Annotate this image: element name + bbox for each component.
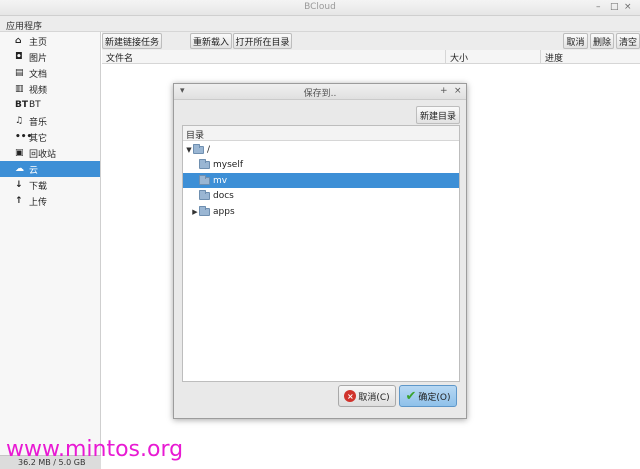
folder-icon [199, 174, 210, 185]
film-icon: ▥ [15, 84, 24, 94]
tree-row[interactable]: ▶ apps [183, 204, 459, 219]
tree-row-label: mv [213, 175, 228, 186]
bt-icon: BT [15, 100, 28, 110]
sidebar-item-label: 回收站 [29, 149, 57, 160]
home-icon: ⌂ [15, 36, 22, 46]
dialog-cancel-button[interactable]: × 取消(C) [338, 385, 396, 407]
cancel-icon: × [344, 390, 357, 402]
minimize-icon[interactable]: – [596, 2, 601, 12]
expander-icon[interactable]: ▶ [191, 208, 199, 216]
sidebar-item-label: 图片 [29, 53, 48, 64]
app-menu[interactable]: 应用程序 [6, 19, 42, 32]
sidebar-item-label: 其它 [29, 133, 48, 144]
upload-icon: ↑ [15, 196, 23, 206]
camera-icon: ◘ [15, 52, 23, 62]
sidebar-item-label: 主页 [29, 37, 48, 48]
download-icon: ↓ [15, 180, 23, 190]
task-table-header: 文件名 大小 进度 [102, 50, 640, 64]
tree-row[interactable]: ▼ / [183, 142, 459, 157]
tree-row[interactable]: docs [183, 189, 459, 204]
save-to-dialog: ▾ 保存到.. + × 新建目录 目录 ▼ / myself mv docs ▶ apps … [173, 83, 467, 419]
dialog-ok-label: 确定(O) [418, 392, 451, 403]
sidebar-item-film[interactable]: ▥ 视频 [0, 81, 100, 97]
new-link-task-button[interactable]: 新建链接任务 [102, 33, 162, 49]
menubar: 应用程序 [0, 16, 640, 32]
checkmark-icon: ✔ [405, 388, 417, 404]
window-titlebar: BCloud – □ × [0, 0, 640, 16]
sidebar-item-label: 音乐 [29, 117, 48, 128]
column-filename[interactable]: 文件名 [106, 51, 133, 64]
toolbar: 新建链接任务 重新载入 打开所在目录 取消 删除 清空 [102, 32, 640, 50]
tree-row-label: apps [213, 206, 235, 217]
dialog-title: 保存到.. [303, 89, 337, 99]
sidebar-item-document[interactable]: ▤ 文档 [0, 65, 100, 81]
tree-row[interactable]: myself [183, 158, 459, 173]
window-title: BCloud [304, 2, 336, 12]
sidebar-item-bt[interactable]: BT BT [0, 97, 100, 113]
sidebar-item-download[interactable]: ↓ 下载 [0, 177, 100, 193]
more-icon: ••• [15, 132, 33, 142]
dialog-titlebar: ▾ 保存到.. + × [174, 84, 466, 100]
dialog-cancel-label: 取消(C) [358, 392, 390, 403]
sidebar-item-label: 云 [29, 165, 39, 176]
sidebar-item-trash[interactable]: ▣ 回收站 [0, 145, 100, 161]
sidebar: ⌂ 主页 ◘ 图片 ▤ 文档 ▥ 视频 BT BT ♫ 音乐 ••• 其它 ▣ 回收站 ☁ 云 ↓ 下载 ↑ 上传 36.… [0, 32, 101, 469]
folder-icon [199, 159, 210, 169]
delete-button[interactable]: 删除 [590, 33, 614, 49]
sidebar-item-label: BT [29, 100, 41, 110]
clear-button[interactable]: 清空 [616, 33, 640, 49]
tree-row-label: / [207, 144, 211, 155]
column-size[interactable]: 大小 [450, 51, 468, 64]
watermark: www.mintos.org [6, 437, 184, 462]
folder-icon [193, 143, 204, 154]
close-icon[interactable]: × [624, 2, 632, 12]
folder-icon [199, 205, 210, 216]
sidebar-item-music[interactable]: ♫ 音乐 [0, 113, 100, 129]
music-icon: ♫ [15, 116, 24, 126]
dialog-ok-button[interactable]: ✔ 确定(O) [399, 385, 457, 407]
sidebar-item-label: 文档 [29, 69, 48, 80]
dialog-close-icon[interactable]: × [454, 86, 462, 96]
expander-icon[interactable]: ▼ [185, 146, 193, 154]
sidebar-item-label: 上传 [29, 197, 48, 208]
tree-row-label: myself [213, 160, 243, 170]
sidebar-item-camera[interactable]: ◘ 图片 [0, 49, 100, 65]
directory-tree: 目录 ▼ / myself mv docs ▶ apps [182, 125, 460, 382]
new-directory-button[interactable]: 新建目录 [416, 106, 460, 124]
sidebar-item-more[interactable]: ••• 其它 [0, 129, 100, 145]
folder-icon [199, 190, 210, 200]
tree-row[interactable]: mv [183, 173, 459, 188]
column-progress[interactable]: 进度 [545, 51, 563, 64]
tree-header[interactable]: 目录 [183, 126, 459, 141]
document-icon: ▤ [15, 68, 24, 78]
trash-icon: ▣ [15, 148, 24, 158]
column-divider [445, 50, 446, 64]
sidebar-item-upload[interactable]: ↑ 上传 [0, 193, 100, 209]
cloud-icon: ☁ [15, 164, 24, 174]
sidebar-item-home[interactable]: ⌂ 主页 [0, 33, 100, 49]
sidebar-item-label: 视频 [29, 85, 48, 96]
sidebar-item-cloud[interactable]: ☁ 云 [0, 161, 100, 177]
column-divider [540, 50, 541, 64]
open-dir-button[interactable]: 打开所在目录 [233, 33, 292, 49]
cancel-button[interactable]: 取消 [563, 33, 588, 49]
maximize-icon[interactable]: □ [610, 2, 619, 12]
tree-row-label: docs [213, 191, 234, 201]
sidebar-item-label: 下载 [29, 181, 48, 192]
pin-icon[interactable]: + [440, 86, 448, 96]
reload-button[interactable]: 重新载入 [190, 33, 232, 49]
